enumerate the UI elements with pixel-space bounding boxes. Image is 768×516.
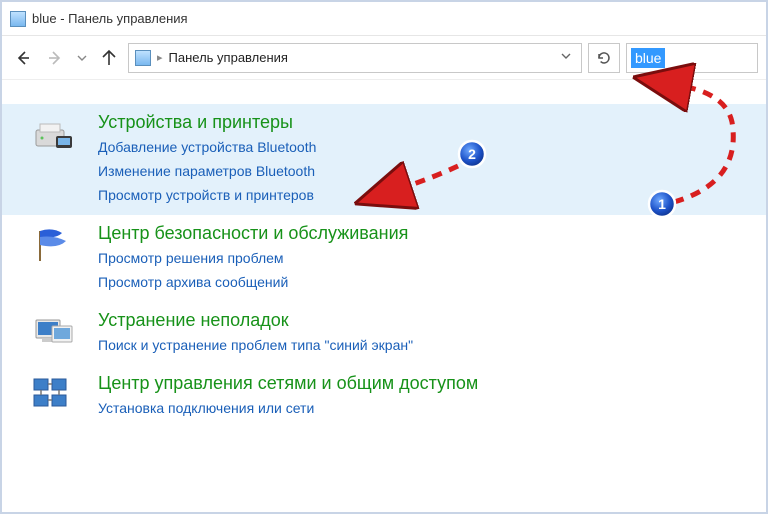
breadcrumb-root[interactable]: Панель управления — [169, 50, 288, 65]
result-network-sharing[interactable]: Центр управления сетями и общим доступом… — [2, 365, 766, 428]
title-bar: blue - Панель управления — [2, 2, 766, 36]
result-heading: Центр управления сетями и общим доступом — [98, 373, 754, 394]
result-devices-printers[interactable]: Устройства и принтеры Добавление устройс… — [2, 104, 766, 215]
forward-button[interactable] — [42, 45, 68, 71]
result-link[interactable]: Установка подключения или сети — [98, 396, 754, 420]
arrow-right-icon — [46, 49, 64, 67]
search-input[interactable]: blue — [626, 43, 758, 73]
search-results: Устройства и принтеры Добавление устройс… — [2, 80, 766, 436]
network-sharing-icon — [32, 375, 76, 415]
app-icon — [10, 11, 26, 27]
troubleshoot-icon — [32, 312, 76, 352]
back-button[interactable] — [10, 45, 36, 71]
breadcrumb-separator: ▸ — [157, 51, 163, 64]
result-link[interactable]: Добавление устройства Bluetooth — [98, 135, 754, 159]
chevron-down-icon — [77, 53, 87, 63]
control-panel-icon — [135, 50, 151, 66]
result-link[interactable]: Просмотр решения проблем — [98, 246, 754, 270]
recent-button[interactable] — [74, 45, 90, 71]
result-link[interactable]: Просмотр архива сообщений — [98, 270, 754, 294]
address-dropdown[interactable] — [557, 51, 575, 64]
result-heading: Устройства и принтеры — [98, 112, 754, 133]
result-troubleshoot[interactable]: Устранение неполадок Поиск и устранение … — [2, 302, 766, 365]
arrow-left-icon — [14, 49, 32, 67]
result-link[interactable]: Просмотр устройств и принтеров — [98, 183, 754, 207]
result-heading: Центр безопасности и обслуживания — [98, 223, 754, 244]
security-flag-icon — [32, 225, 76, 265]
nav-bar: ▸ Панель управления blue — [2, 36, 766, 80]
result-heading: Устранение неполадок — [98, 310, 754, 331]
up-button[interactable] — [96, 45, 122, 71]
arrow-up-icon — [100, 49, 118, 67]
result-link[interactable]: Изменение параметров Bluetooth — [98, 159, 754, 183]
window-title: blue - Панель управления — [32, 11, 188, 26]
refresh-icon — [596, 50, 612, 66]
result-link[interactable]: Поиск и устранение проблем типа "синий э… — [98, 333, 754, 357]
devices-printers-icon — [32, 114, 76, 154]
result-security-center[interactable]: Центр безопасности и обслуживания Просмо… — [2, 215, 766, 302]
chevron-down-icon — [561, 51, 571, 61]
refresh-button[interactable] — [588, 43, 620, 73]
address-bar[interactable]: ▸ Панель управления — [128, 43, 582, 73]
search-value: blue — [631, 48, 665, 68]
